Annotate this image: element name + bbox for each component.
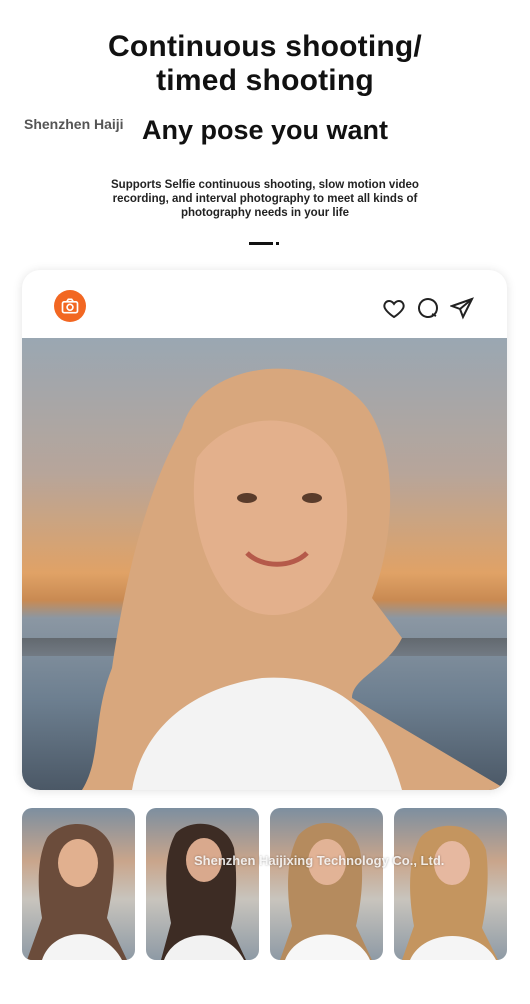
portrait-silhouette	[82, 368, 507, 790]
camera-button[interactable]	[54, 290, 86, 322]
title-line-2: timed shooting	[156, 64, 374, 97]
post-card-header	[22, 270, 507, 338]
page-title: Continuous shooting/ timed shooting	[0, 30, 530, 98]
thumbnail-3[interactable]	[270, 808, 383, 960]
thumbnail-2-silhouette	[161, 823, 246, 960]
comment-icon[interactable]	[416, 296, 440, 320]
subtitle: Any pose you want	[141, 115, 389, 145]
page-indicator-dot	[276, 242, 279, 245]
post-card	[22, 270, 507, 790]
page-indicator-dash	[249, 242, 273, 245]
watermark-bottom: Shenzhen Haijixing Technology Co., Ltd.	[194, 853, 445, 868]
heart-icon[interactable]	[382, 296, 406, 320]
thumbnail-3-silhouette	[280, 823, 372, 960]
title-line-1: Continuous shooting/	[108, 30, 422, 63]
main-photo	[22, 338, 507, 790]
thumbnail-4[interactable]	[394, 808, 507, 960]
thumbnail-1-silhouette	[27, 824, 127, 960]
description: Supports Selfie continuous shooting, slo…	[111, 179, 419, 219]
thumbnail-strip	[22, 808, 508, 960]
send-icon[interactable]	[450, 296, 474, 320]
camera-icon	[61, 298, 79, 314]
thumbnail-4-silhouette	[402, 825, 498, 960]
thumbnail-2[interactable]	[146, 808, 259, 960]
thumbnail-1[interactable]	[22, 808, 135, 960]
